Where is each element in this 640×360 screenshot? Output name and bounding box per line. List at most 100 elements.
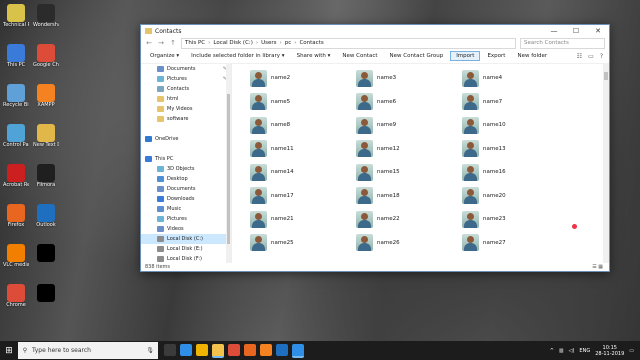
nav-scrollbar[interactable] bbox=[226, 64, 231, 263]
forward-button[interactable]: → bbox=[157, 39, 165, 47]
contact-item[interactable]: name4 bbox=[462, 68, 558, 88]
nav-item[interactable]: This PC bbox=[141, 154, 231, 164]
contact-item[interactable]: name2 bbox=[250, 68, 346, 88]
edge-icon[interactable] bbox=[180, 343, 192, 356]
contact-item[interactable]: name12 bbox=[356, 139, 452, 159]
breadcrumb-item[interactable]: pc bbox=[285, 40, 292, 46]
file-explorer-icon[interactable] bbox=[212, 343, 224, 358]
nav-item[interactable]: Documents ✎ bbox=[141, 64, 231, 74]
search-input[interactable]: Search Contacts bbox=[520, 37, 605, 49]
nav-item[interactable]: Local Disk (E:) bbox=[141, 244, 231, 254]
chrome-icon[interactable] bbox=[228, 343, 240, 356]
contact-item[interactable]: name5 bbox=[250, 92, 346, 112]
desktop-icon[interactable] bbox=[33, 284, 59, 318]
breadcrumb-item[interactable]: Local Disk (C:) bbox=[213, 40, 253, 46]
contact-item[interactable]: name27 bbox=[462, 233, 558, 253]
nav-item[interactable]: Pictures ✎ bbox=[141, 74, 231, 84]
nav-item[interactable]: Local Disk (F:) bbox=[141, 254, 231, 263]
volume-icon[interactable]: ◁) bbox=[569, 348, 575, 354]
desktop-icon[interactable]: This PC bbox=[3, 44, 29, 78]
breadcrumb-item[interactable]: Contacts bbox=[299, 40, 323, 46]
contact-item[interactable]: name25 bbox=[250, 233, 346, 253]
contact-item[interactable]: name22 bbox=[356, 209, 452, 229]
close-button[interactable]: ✕ bbox=[587, 27, 609, 35]
language-indicator[interactable]: ENG bbox=[579, 348, 590, 354]
desktop-icon[interactable]: Acrobat Reader bbox=[3, 164, 29, 198]
network-icon[interactable]: ▥ bbox=[559, 348, 564, 354]
contacts-window-icon[interactable] bbox=[292, 343, 304, 358]
contact-item[interactable]: name8 bbox=[250, 115, 346, 135]
breadcrumb-item[interactable]: Users bbox=[261, 40, 276, 46]
content-scrollbar[interactable] bbox=[603, 64, 609, 263]
contact-item[interactable]: name14 bbox=[250, 162, 346, 182]
desktop-icon[interactable]: Control Panel bbox=[3, 124, 29, 158]
toolbar-button[interactable]: Share with ▾ bbox=[292, 52, 336, 60]
desktop-icon[interactable]: Filmora bbox=[33, 164, 59, 198]
desktop-icon[interactable]: Recycle Bin bbox=[3, 84, 29, 118]
contact-item[interactable]: name3 bbox=[356, 68, 452, 88]
store-icon[interactable] bbox=[196, 343, 208, 356]
desktop-icon[interactable]: Firefox bbox=[3, 204, 29, 238]
desktop-icon[interactable]: Google Chrome bbox=[33, 44, 59, 78]
minimize-button[interactable]: — bbox=[543, 27, 565, 35]
contact-item[interactable]: name17 bbox=[250, 186, 346, 206]
desktop-icon[interactable]: Chrome bbox=[3, 284, 29, 318]
contact-item[interactable]: name7 bbox=[462, 92, 558, 112]
desktop-icon[interactable]: VLC media player bbox=[3, 244, 29, 278]
desktop-icon[interactable]: New Text Doc bbox=[33, 124, 59, 158]
nav-item[interactable]: OneDrive bbox=[141, 134, 231, 144]
notification-icon[interactable]: ▭ bbox=[629, 348, 634, 354]
up-button[interactable]: ↑ bbox=[169, 39, 177, 47]
contact-item[interactable]: name11 bbox=[250, 139, 346, 159]
start-button[interactable]: ⊞ bbox=[0, 346, 18, 356]
microphone-icon[interactable]: 🎙 bbox=[146, 347, 154, 354]
contact-item[interactable]: name6 bbox=[356, 92, 452, 112]
contact-item[interactable]: name21 bbox=[250, 209, 346, 229]
preview-pane-icon[interactable]: ▭ bbox=[588, 53, 594, 60]
view-toggle-icons[interactable]: ☰ ▦ bbox=[592, 264, 603, 270]
clock[interactable]: 10:15 28-11-2019 bbox=[595, 345, 624, 357]
contact-item[interactable]: name16 bbox=[462, 162, 558, 182]
toolbar-button[interactable]: Import bbox=[450, 51, 481, 61]
contact-item[interactable]: name9 bbox=[356, 115, 452, 135]
toolbar-button[interactable]: Include selected folder in library ▾ bbox=[186, 52, 289, 60]
outlook-icon[interactable] bbox=[276, 343, 288, 356]
desktop-icon[interactable]: XAMPP bbox=[33, 84, 59, 118]
desktop-icon[interactable] bbox=[33, 244, 59, 278]
help-icon[interactable]: ? bbox=[600, 53, 603, 60]
desktop-icon[interactable]: Technical R... bbox=[3, 4, 29, 38]
task-view-icon[interactable] bbox=[164, 343, 176, 356]
contact-item[interactable]: name26 bbox=[356, 233, 452, 253]
contact-item[interactable]: name20 bbox=[462, 186, 558, 206]
xampp-icon[interactable] bbox=[260, 343, 272, 356]
contact-item[interactable]: name15 bbox=[356, 162, 452, 182]
nav-item[interactable]: Documents bbox=[141, 184, 231, 194]
nav-item[interactable]: 3D Objects bbox=[141, 164, 231, 174]
back-button[interactable]: ← bbox=[145, 39, 153, 47]
taskbar-search[interactable]: ⚲ Type here to search 🎙 bbox=[18, 342, 158, 359]
breadcrumb[interactable]: This PC › Local Disk (C:) › Users › pc › Contact… bbox=[181, 37, 516, 49]
contact-item[interactable]: name18 bbox=[356, 186, 452, 206]
nav-item[interactable]: Desktop bbox=[141, 174, 231, 184]
firefox-icon[interactable] bbox=[244, 343, 256, 356]
contact-item[interactable]: name13 bbox=[462, 139, 558, 159]
nav-item[interactable]: Contacts bbox=[141, 84, 231, 94]
maximize-button[interactable]: ☐ bbox=[565, 27, 587, 35]
breadcrumb-item[interactable]: This PC bbox=[185, 40, 205, 46]
toolbar-button[interactable]: New folder bbox=[512, 52, 552, 60]
nav-item[interactable]: Music bbox=[141, 204, 231, 214]
view-options-icon[interactable]: ☷ bbox=[577, 53, 582, 60]
contact-item[interactable]: name23 bbox=[462, 209, 558, 229]
toolbar-button[interactable]: New Contact bbox=[337, 52, 382, 60]
nav-item[interactable]: Local Disk (C:) bbox=[141, 234, 231, 244]
nav-item[interactable]: Downloads bbox=[141, 194, 231, 204]
tray-chevron-icon[interactable]: ^ bbox=[550, 348, 554, 354]
toolbar-button[interactable]: Organize ▾ bbox=[145, 52, 184, 60]
toolbar-button[interactable]: Export bbox=[482, 52, 510, 60]
nav-item[interactable]: Pictures bbox=[141, 214, 231, 224]
toolbar-button[interactable]: New Contact Group bbox=[385, 52, 449, 60]
desktop-icon[interactable]: Outlook bbox=[33, 204, 59, 238]
nav-item[interactable]: Videos bbox=[141, 224, 231, 234]
desktop-icon[interactable]: Wondershare bbox=[33, 4, 59, 38]
nav-item[interactable]: software bbox=[141, 114, 231, 124]
